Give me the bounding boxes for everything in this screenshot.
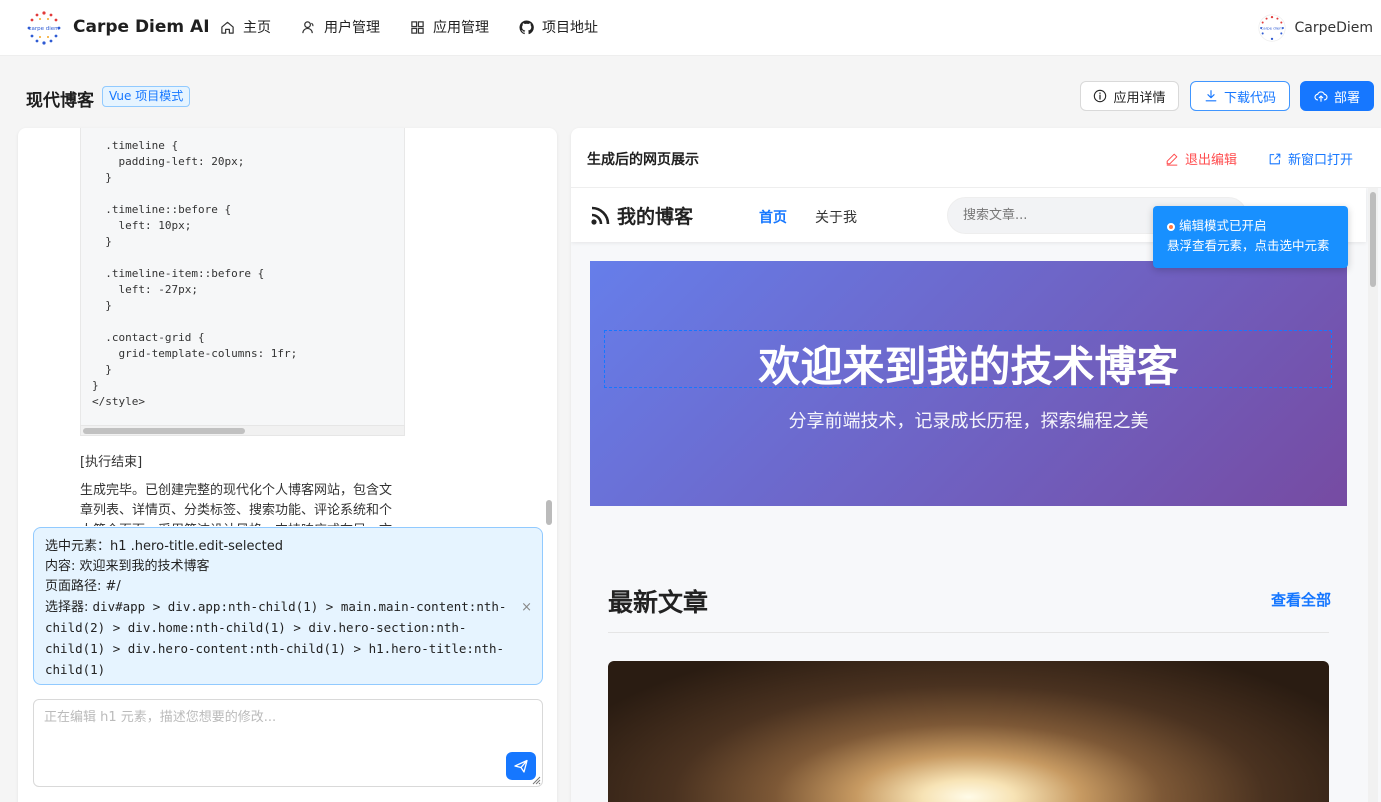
app-detail-label: 应用详情 [1113,90,1166,106]
nav-item-label: 用户管理 [324,20,380,36]
app-detail-button[interactable]: 应用详情 [1080,81,1179,111]
preview-scroll-thumb[interactable] [1370,192,1376,287]
divider [608,632,1329,633]
toast-title: 编辑模式已开启 [1179,218,1267,233]
user-menu[interactable]: carpe diem CarpeDiem [1258,14,1373,42]
top-nav: carpe diem Carpe Diem AI 主页 用户管理 应用管理 项目… [0,0,1381,56]
selector-label: 选择器: [45,600,93,615]
code-content: .timeline { padding-left: 20px; } .timel… [92,139,298,408]
github-icon [519,19,534,34]
view-all-link[interactable]: 查看全部 [1271,589,1331,610]
main-nav: 主页 用户管理 应用管理 项目地址 [220,17,598,37]
edit-mode-toast: 编辑模式已开启 悬浮查看元素，点击选中元素 [1153,206,1348,268]
close-icon[interactable]: × [521,598,532,618]
blog-logo[interactable]: 我的博客 [589,202,693,229]
selected-selector-row: 选择器: div#app > div.app:nth-child(1) > ma… [45,597,531,681]
blog-logo-text: 我的博客 [617,206,694,228]
message-input[interactable] [44,706,524,746]
download-icon [1205,90,1217,102]
nav-item-apps[interactable]: 应用管理 [410,17,489,37]
edit-icon [1166,153,1178,166]
chat-panel: .timeline { padding-left: 20px; } .timel… [18,128,557,802]
preview-title: 生成后的网页展示 [587,152,699,168]
selected-element: 选中元素：h1 .hero-title.edit-selected [45,539,284,554]
apps-icon [411,20,424,34]
page-title: 现代博客 [26,91,94,111]
hero-section[interactable]: 欢迎来到我的技术博客 分享前端技术，记录成长历程，探索编程之美 [590,261,1347,506]
svg-text:carpe diem: carpe diem [1262,26,1284,31]
resize-handle-icon[interactable] [531,775,541,785]
nav-item-label: 主页 [243,20,271,36]
blog-nav-about[interactable]: 关于我 [815,207,857,227]
home-icon [221,21,234,34]
article-cover-image[interactable] [608,661,1329,802]
nav-item-home[interactable]: 主页 [220,17,271,37]
target-icon [1167,223,1175,231]
username: CarpeDiem [1294,20,1373,36]
code-horizontal-scrollbar[interactable] [80,425,405,436]
selected-element-info: 选中元素：h1 .hero-title.edit-selected 内容: 欢迎… [33,527,543,685]
nav-item-users[interactable]: 用户管理 [301,17,380,37]
preview-panel: 生成后的网页展示 退出编辑 新窗口打开 我的博客 首页 关于我 搜索文章... … [571,128,1381,802]
latest-articles-title: 最新文章 [608,588,709,617]
send-icon [514,759,528,773]
blog-rss-icon [591,206,610,225]
toast-line-1: 编辑模式已开启 [1167,216,1334,236]
code-block: .timeline { padding-left: 20px; } .timel… [80,128,405,436]
carpe-diem-logo[interactable]: carpe diem [26,10,62,46]
download-code-label: 下载代码 [1223,90,1276,106]
hero-subtitle[interactable]: 分享前端技术，记录成长历程，探索编程之美 [590,407,1347,433]
chat-scrollbar[interactable] [546,500,552,525]
open-new-label: 新窗口打开 [1288,153,1354,168]
exit-edit-button[interactable]: 退出编辑 [1165,149,1237,168]
toast-line-2: 悬浮查看元素，点击选中元素 [1167,238,1330,253]
nav-item-label: 应用管理 [433,20,489,36]
ai-summary: 生成完毕。已创建完整的现代化个人博客网站，包含文章列表、详情页、分类标签、搜索功… [80,483,393,526]
users-icon [302,20,314,33]
mode-badge: Vue 项目模式 [102,86,191,107]
open-new-window-button[interactable]: 新窗口打开 [1268,149,1353,168]
external-link-icon [1269,153,1281,164]
selected-content: 内容: 欢迎来到我的技术博客 [45,559,210,574]
info-icon [1094,89,1107,103]
exec-end-text: [执行结束] [80,455,143,470]
selected-selector: div#app > div.app:nth-child(1) > main.ma… [45,599,507,677]
selected-path: 页面路径: #/ [45,579,121,594]
message-input-box [33,699,543,787]
svg-text:carpe diem: carpe diem [28,26,59,32]
blog-nav-home[interactable]: 首页 [759,207,787,227]
exit-edit-label: 退出编辑 [1185,153,1238,168]
preview-frame: 我的博客 首页 关于我 搜索文章... 欢迎来到我的技术博客 分享前端技术，记录… [571,187,1381,802]
nav-item-label: 项目地址 [542,20,598,36]
cloud-upload-icon [1314,91,1328,102]
code-scroll-thumb[interactable] [83,428,245,434]
deploy-button[interactable]: 部署 [1300,81,1374,111]
avatar: carpe diem [1258,14,1287,42]
nav-item-github[interactable]: 项目地址 [519,17,598,37]
brand-name: Carpe Diem AI [73,17,210,37]
hero-title[interactable]: 欢迎来到我的技术博客 [590,333,1347,394]
deploy-label: 部署 [1333,90,1360,106]
download-code-button[interactable]: 下载代码 [1190,81,1290,111]
preview-scrollbar[interactable] [1368,188,1378,802]
